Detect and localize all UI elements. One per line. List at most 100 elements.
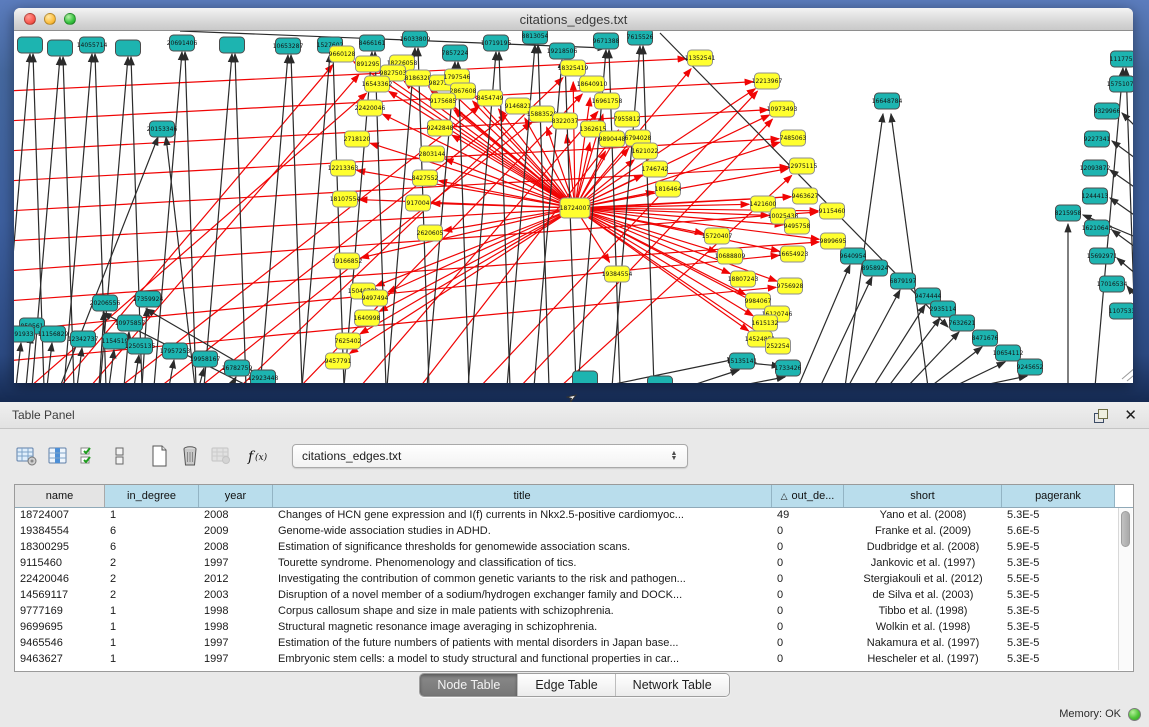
function-builder-icon[interactable]: f(x): [247, 443, 273, 469]
network-node-teal[interactable]: 10654112: [993, 345, 1024, 361]
network-canvas[interactable]: 1405571420691406106532871527602846616116…: [14, 31, 1133, 383]
column-header-short[interactable]: short: [844, 485, 1002, 507]
table-row[interactable]: 1938455462009Genome-wide association stu…: [15, 524, 1133, 540]
cell-name[interactable]: 18300295: [15, 540, 105, 556]
network-node-yellow[interactable]: 10973493: [767, 101, 798, 117]
delete-table-icon[interactable]: [177, 443, 203, 469]
cell-title[interactable]: Estimation of the future numbers of pati…: [273, 636, 772, 652]
cell-out_de[interactable]: 0: [772, 652, 844, 668]
network-node-yellow[interactable]: 7955812: [614, 111, 641, 127]
cell-year[interactable]: 2008: [199, 540, 273, 556]
network-node-teal[interactable]: 16782759: [222, 360, 253, 376]
column-header-title[interactable]: title: [273, 485, 772, 507]
network-node-teal[interactable]: 9329966: [1094, 103, 1121, 119]
cell-year[interactable]: 2009: [199, 524, 273, 540]
network-node-teal[interactable]: 12923448: [248, 370, 279, 383]
network-node-teal[interactable]: 8466161: [359, 35, 386, 51]
network-node-teal[interactable]: 8813054: [522, 31, 549, 44]
network-node-yellow[interactable]: 9660128: [329, 46, 356, 62]
cell-name[interactable]: 9777169: [15, 604, 105, 620]
close-button[interactable]: [24, 13, 36, 25]
network-node-teal[interactable]: 9245652: [1017, 359, 1044, 375]
network-node-yellow[interactable]: 11352541: [685, 50, 716, 66]
cell-pagerank[interactable]: 5.3E-5: [1002, 636, 1115, 652]
table-row[interactable]: 946554611997Estimation of the future num…: [15, 636, 1133, 652]
network-node-yellow[interactable]: 10688809: [715, 248, 746, 264]
cell-in_degree[interactable]: 1: [105, 652, 199, 668]
network-node-teal[interactable]: 1107533: [1109, 303, 1133, 319]
cell-pagerank[interactable]: 5.3E-5: [1002, 652, 1115, 668]
network-node-yellow[interactable]: 1746742: [642, 161, 669, 177]
cell-title[interactable]: Estimation of significance thresholds fo…: [273, 540, 772, 556]
table-row[interactable]: 969969511998Structural magnetic resonanc…: [15, 620, 1133, 636]
network-window[interactable]: citations_edges.txt 14055714206914061065…: [14, 8, 1133, 383]
network-node-yellow[interactable]: 252254: [766, 338, 791, 354]
network-node-yellow[interactable]: 9756928: [777, 278, 804, 294]
network-node-teal[interactable]: 1117753: [1110, 51, 1133, 67]
cell-out_de[interactable]: 0: [772, 604, 844, 620]
network-node-yellow[interactable]: 2620605: [417, 225, 444, 241]
network-node-yellow[interactable]: 15720407: [702, 228, 733, 244]
cell-out_de[interactable]: 0: [772, 572, 844, 588]
network-node-yellow[interactable]: 18325419: [558, 60, 589, 76]
cell-name[interactable]: 18724007: [15, 508, 105, 524]
cell-title[interactable]: Corpus callosum shape and size in male p…: [273, 604, 772, 620]
cell-year[interactable]: 1998: [199, 620, 273, 636]
cell-pagerank[interactable]: 5.5E-5: [1002, 572, 1115, 588]
cell-short[interactable]: Dudbridge et al. (2008): [844, 540, 1002, 556]
cell-out_de[interactable]: 0: [772, 524, 844, 540]
cell-out_de[interactable]: 0: [772, 620, 844, 636]
cell-in_degree[interactable]: 1: [105, 604, 199, 620]
cell-short[interactable]: Jankovic et al. (1997): [844, 556, 1002, 572]
network-node-teal[interactable]: 12505135: [125, 338, 156, 354]
network-node-yellow[interactable]: 7625402: [335, 333, 362, 349]
network-node-teal[interactable]: 19218506: [547, 43, 578, 59]
network-node-teal[interactable]: 9227341: [1084, 131, 1111, 147]
cell-short[interactable]: Tibbo et al. (1998): [844, 604, 1002, 620]
network-node-teal[interactable]: 15135141: [727, 353, 758, 369]
scrollbar-thumb[interactable]: [1121, 511, 1130, 547]
network-node-yellow[interactable]: 9463627: [792, 188, 819, 204]
network-node-teal[interactable]: 6879197: [890, 273, 917, 289]
network-node-yellow[interactable]: 1615132: [752, 315, 779, 331]
network-node-yellow[interactable]: 2718120: [344, 131, 371, 147]
cell-short[interactable]: Hescheler et al. (1997): [844, 652, 1002, 668]
network-node-yellow[interactable]: 9457791: [325, 353, 352, 369]
cell-in_degree[interactable]: 1: [105, 620, 199, 636]
network-node-teal[interactable]: 16033809: [400, 31, 431, 47]
cell-title[interactable]: Changes of HCN gene expression and I(f) …: [273, 508, 772, 524]
table-row[interactable]: 1872400712008Changes of HCN gene express…: [15, 508, 1133, 524]
cell-in_degree[interactable]: 2: [105, 572, 199, 588]
tab-network-table[interactable]: Network Table: [616, 674, 729, 696]
network-node-yellow[interactable]: 9115460: [819, 203, 846, 219]
network-node-teal[interactable]: 17957253: [160, 343, 191, 359]
select-columns-icon[interactable]: [45, 443, 71, 469]
cell-pagerank[interactable]: 5.9E-5: [1002, 540, 1115, 556]
network-node-yellow[interactable]: 18640910: [577, 76, 608, 92]
cell-title[interactable]: Embryonic stem cells: a model to study s…: [273, 652, 772, 668]
table-settings-icon[interactable]: [14, 443, 40, 469]
network-node-teal[interactable]: 20153346: [147, 121, 178, 137]
network-node-teal[interactable]: 7632621: [949, 315, 976, 331]
network-node-teal[interactable]: 10719195: [481, 35, 512, 51]
cell-year[interactable]: 2012: [199, 572, 273, 588]
table-row[interactable]: 1456911722003Disruption of a novel membe…: [15, 588, 1133, 604]
cell-in_degree[interactable]: 6: [105, 524, 199, 540]
cell-short[interactable]: Stergiakouli et al. (2012): [844, 572, 1002, 588]
network-node-yellow[interactable]: 8322037: [552, 113, 579, 129]
table-row[interactable]: 977716911998Corpus callosum shape and si…: [15, 604, 1133, 620]
tab-node-table[interactable]: Node Table: [420, 674, 518, 696]
network-node-yellow[interactable]: 9899695: [820, 233, 847, 249]
network-node-yellow[interactable]: 9890448: [599, 131, 626, 147]
cell-in_degree[interactable]: 2: [105, 588, 199, 604]
network-node-yellow[interactable]: 2803144: [419, 146, 446, 162]
network-node-yellow[interactable]: 1640998: [354, 310, 381, 326]
cell-year[interactable]: 1998: [199, 604, 273, 620]
network-node-teal[interactable]: 2935114: [930, 301, 957, 317]
network-node-teal[interactable]: 391933: [14, 326, 35, 342]
cell-title[interactable]: Structural magnetic resonance image aver…: [273, 620, 772, 636]
cell-pagerank[interactable]: 5.3E-5: [1002, 604, 1115, 620]
cell-name[interactable]: 9465546: [15, 636, 105, 652]
network-node-yellow[interactable]: 9242848: [427, 120, 454, 136]
network-node-teal[interactable]: [18, 37, 43, 53]
